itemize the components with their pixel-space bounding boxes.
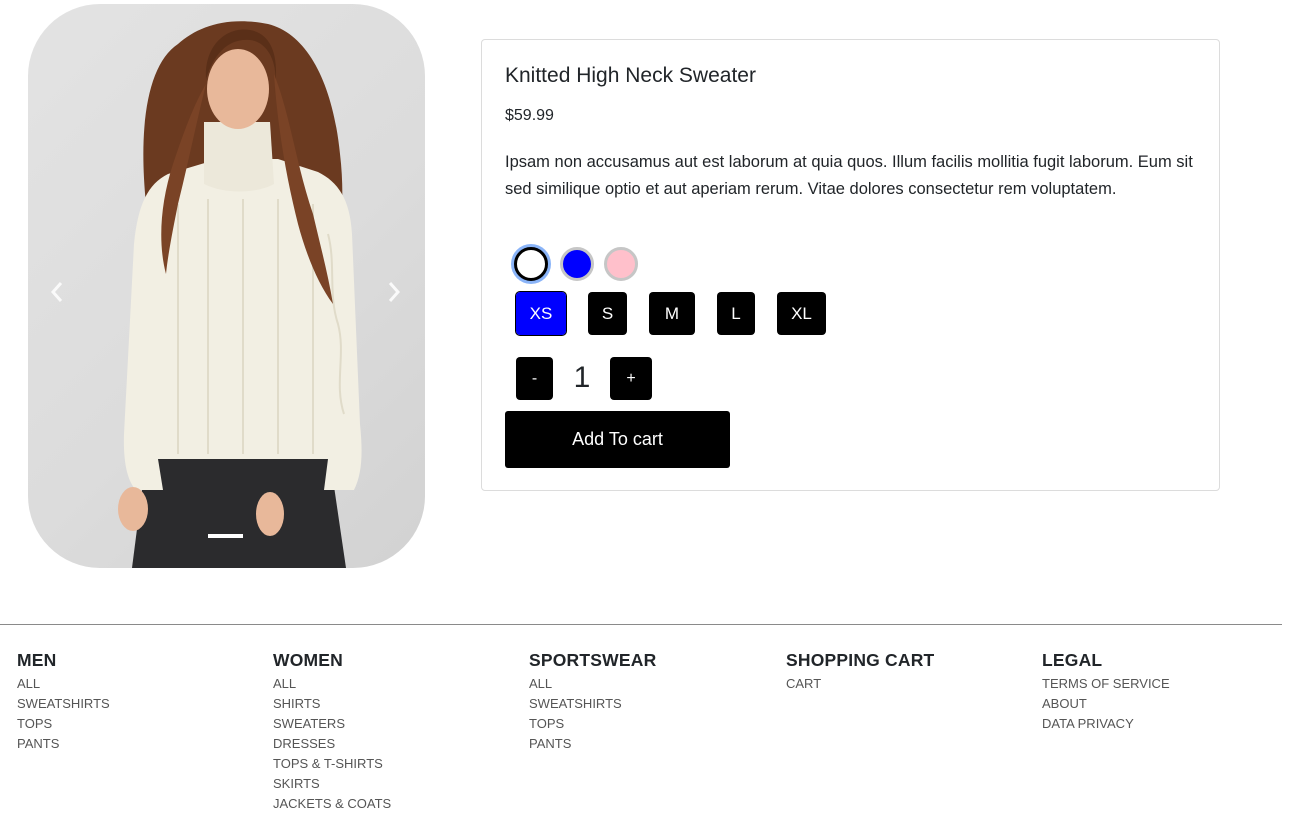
footer-link-data-privacy[interactable]: DATA PRIVACY <box>1042 716 1134 731</box>
footer-link-women-dresses[interactable]: DRESSES <box>273 736 335 751</box>
footer-link-about[interactable]: ABOUT <box>1042 696 1087 711</box>
color-swatch-blue[interactable] <box>560 247 594 281</box>
carousel-indicator-active[interactable] <box>208 534 243 538</box>
footer-column-women: WOMEN ALL SHIRTS SWEATERS DRESSES TOPS &… <box>273 650 513 814</box>
quantity-increment-button[interactable]: + <box>610 357 652 400</box>
product-description: Ipsam non accusamus aut est laborum at q… <box>505 153 1193 198</box>
quantity-decrement-button[interactable]: - <box>516 357 553 400</box>
footer-column-sportswear: SPORTSWEAR ALL SWEATSHIRTS TOPS PANTS <box>529 650 769 754</box>
footer-link-sportswear-sweatshirts[interactable]: SWEATSHIRTS <box>529 696 622 711</box>
footer-link-women-skirts[interactable]: SKIRTS <box>273 776 320 791</box>
footer-link-women-all[interactable]: ALL <box>273 676 296 691</box>
footer-link-women-tops-tshirts[interactable]: TOPS & T-SHIRTS <box>273 756 383 771</box>
footer-link-terms-of-service[interactable]: TERMS OF SERVICE <box>1042 676 1170 691</box>
quantity-value: 1 <box>573 361 591 394</box>
carousel-prev-button[interactable] <box>42 272 72 312</box>
color-swatch-white[interactable] <box>514 247 548 281</box>
footer-link-sportswear-tops[interactable]: TOPS <box>529 716 564 731</box>
footer-heading-sportswear: SPORTSWEAR <box>529 650 657 670</box>
color-swatch-pink[interactable] <box>604 247 638 281</box>
carousel-next-button[interactable] <box>379 272 409 312</box>
product-details-card: Knitted High Neck Sweater $59.99 Ipsam n… <box>481 39 1220 491</box>
chevron-right-icon <box>388 282 401 302</box>
footer-column-men: MEN ALL SWEATSHIRTS TOPS PANTS <box>17 650 257 754</box>
chevron-left-icon <box>50 282 63 302</box>
footer-link-women-shirts[interactable]: SHIRTS <box>273 696 320 711</box>
footer-heading-shopping-cart: SHOPPING CART <box>786 650 935 670</box>
product-image-carousel[interactable] <box>28 4 425 568</box>
footer-link-cart[interactable]: CART <box>786 676 821 691</box>
size-button-xs[interactable]: XS <box>515 291 567 336</box>
footer-link-sportswear-pants[interactable]: PANTS <box>529 736 571 751</box>
product-price: $59.99 <box>505 107 554 124</box>
footer-link-men-sweatshirts[interactable]: SWEATSHIRTS <box>17 696 110 711</box>
footer-divider <box>0 624 1282 625</box>
product-title: Knitted High Neck Sweater <box>505 64 756 87</box>
footer-heading-legal: LEGAL <box>1042 650 1103 670</box>
add-to-cart-button[interactable]: Add To cart <box>505 411 730 468</box>
footer-column-legal: LEGAL TERMS OF SERVICE ABOUT DATA PRIVAC… <box>1042 650 1282 734</box>
footer-heading-women: WOMEN <box>273 650 344 670</box>
size-button-l[interactable]: L <box>717 292 755 335</box>
footer-heading-men: MEN <box>17 650 57 670</box>
footer-link-men-tops[interactable]: TOPS <box>17 716 52 731</box>
footer-link-men-all[interactable]: ALL <box>17 676 40 691</box>
size-button-s[interactable]: S <box>588 292 627 335</box>
footer-link-women-sweaters[interactable]: SWEATERS <box>273 716 345 731</box>
size-button-m[interactable]: M <box>649 292 695 335</box>
footer-link-men-pants[interactable]: PANTS <box>17 736 59 751</box>
footer-link-women-jackets-coats[interactable]: JACKETS & COATS <box>273 796 391 811</box>
footer-column-shopping-cart: SHOPPING CART CART <box>786 650 1026 694</box>
size-button-xl[interactable]: XL <box>777 292 826 335</box>
footer-link-sportswear-all[interactable]: ALL <box>529 676 552 691</box>
product-photo <box>118 21 362 568</box>
